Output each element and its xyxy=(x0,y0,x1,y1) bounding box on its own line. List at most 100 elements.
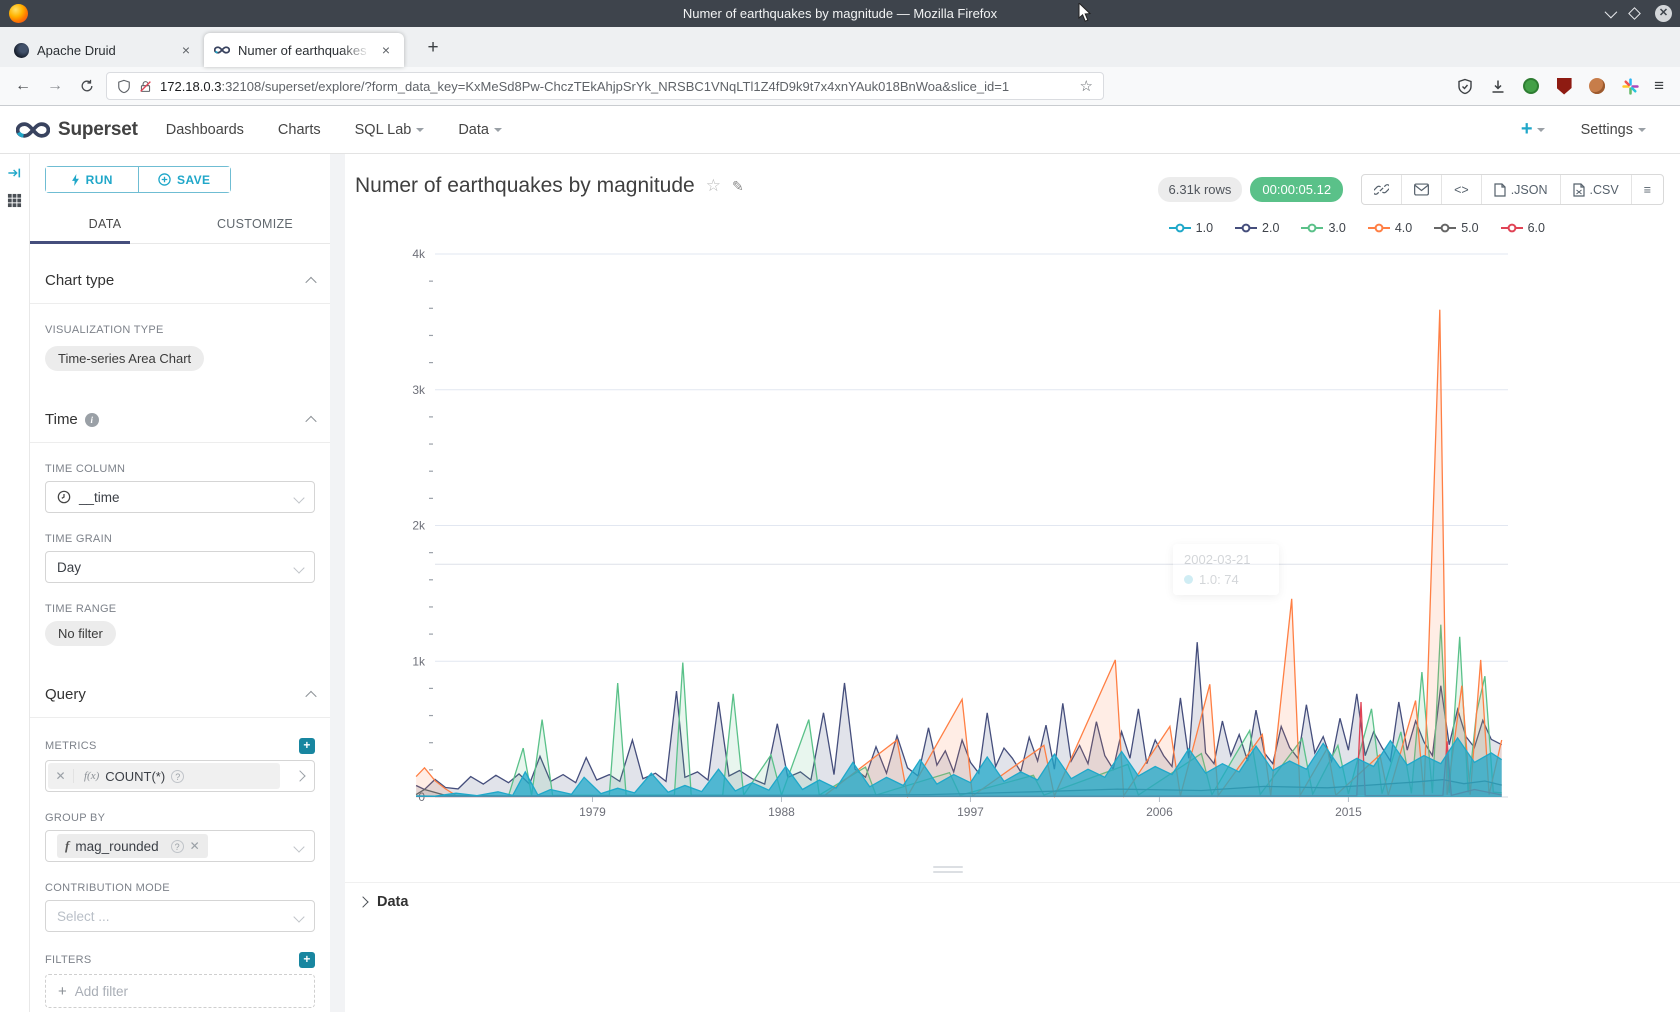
time-grain-select[interactable]: Day xyxy=(45,551,315,583)
y-tick-label: 3k xyxy=(412,383,426,397)
nav-data[interactable]: Data xyxy=(458,122,502,138)
time-range-value[interactable]: No filter xyxy=(45,621,116,646)
timeseries-area-chart[interactable]: 01k2k3k4k19791988199720062015 xyxy=(345,244,1680,844)
add-filter-box[interactable]: +Add filter xyxy=(45,974,315,1008)
run-button[interactable]: RUN xyxy=(46,167,138,192)
browser-menu-icon[interactable]: ≡ xyxy=(1654,76,1664,96)
remove-metric-icon[interactable]: ✕ xyxy=(48,769,74,783)
extension-icons: ≡ xyxy=(1456,76,1670,96)
browser-tab-apache-druid[interactable]: Apache Druid × xyxy=(4,33,204,67)
chevron-right-icon[interactable] xyxy=(294,770,305,781)
export-csv-button[interactable]: .CSV xyxy=(1560,175,1631,204)
link-icon xyxy=(1374,182,1389,197)
add-metric-button[interactable]: + xyxy=(299,738,315,754)
url-bar[interactable]: 172.18.0.3:32108/superset/explore/?form_… xyxy=(106,72,1104,100)
time-column-label: TIME COLUMN xyxy=(45,463,315,475)
legend-item-5.0[interactable]: 5.0 xyxy=(1434,221,1478,235)
envelope-icon xyxy=(1414,183,1429,196)
reload-button[interactable] xyxy=(74,73,100,99)
add-filter-button[interactable]: + xyxy=(299,952,315,968)
window-titlebar[interactable]: Numer of earthquakes by magnitude — Mozi… xyxy=(0,0,1680,27)
edit-title-icon[interactable]: ✎ xyxy=(732,178,744,195)
superset-logo[interactable]: Superset xyxy=(16,119,138,141)
tab-close-icon[interactable]: × xyxy=(378,42,394,58)
legend-item-6.0[interactable]: 6.0 xyxy=(1501,221,1545,235)
legend-marker-icon xyxy=(1368,223,1390,233)
tab-customize[interactable]: CUSTOMIZE xyxy=(180,209,330,243)
insecure-lock-icon[interactable] xyxy=(139,79,152,94)
contribution-mode-select[interactable]: Select ... xyxy=(45,900,315,932)
legend-item-2.0[interactable]: 2.0 xyxy=(1235,221,1279,235)
section-chart-type[interactable]: Chart type xyxy=(30,244,330,304)
help-icon: ? xyxy=(171,840,184,853)
resize-handle[interactable] xyxy=(933,866,963,876)
tracking-shield-icon[interactable] xyxy=(117,79,131,94)
chart-menu-button[interactable]: ≡ xyxy=(1631,175,1663,204)
chevron-up-icon xyxy=(305,415,316,426)
data-panel-header[interactable]: Data xyxy=(345,882,1680,910)
forward-button[interactable]: → xyxy=(42,73,68,99)
help-icon: ? xyxy=(171,770,184,783)
y-tick-label: 1k xyxy=(412,654,426,668)
run-save-group: RUN SAVE xyxy=(45,166,231,193)
url-host: 172.18.0.3 xyxy=(160,79,221,94)
export-json-button[interactable]: .JSON xyxy=(1481,175,1560,204)
nav-charts[interactable]: Charts xyxy=(278,122,321,138)
remove-group-by-icon[interactable]: ✕ xyxy=(190,839,200,853)
legend-item-1.0[interactable]: 1.0 xyxy=(1169,221,1213,235)
tab-data[interactable]: DATA xyxy=(30,209,180,243)
caret-down-icon xyxy=(1638,128,1646,132)
settings-menu[interactable]: Settings xyxy=(1581,122,1646,138)
window-title: Numer of earthquakes by magnitude — Mozi… xyxy=(0,6,1680,21)
new-item-button[interactable]: + xyxy=(1521,118,1545,141)
panel-gutter[interactable] xyxy=(330,154,345,1012)
ublock-shield-icon[interactable] xyxy=(1555,77,1573,95)
extension-green-icon[interactable] xyxy=(1522,77,1540,95)
druid-favicon xyxy=(14,43,29,58)
nav-sql-lab[interactable]: SQL Lab xyxy=(355,122,425,138)
screen: Numer of earthquakes by magnitude — Mozi… xyxy=(0,0,1680,1012)
back-button[interactable]: ← xyxy=(10,73,36,99)
cookie-extension-icon[interactable] xyxy=(1588,77,1606,95)
section-query[interactable]: Query xyxy=(30,646,330,718)
viz-type-value[interactable]: Time-series Area Chart xyxy=(45,346,204,371)
time-column-select[interactable]: __time xyxy=(45,481,315,513)
section-time[interactable]: Timei xyxy=(30,371,330,443)
chevron-up-icon xyxy=(305,690,316,701)
metric-control[interactable]: ✕ f(x) COUNT(*) ? xyxy=(45,760,315,792)
download-icon[interactable] xyxy=(1489,77,1507,95)
expand-dataset-panel-icon[interactable] xyxy=(7,166,22,180)
browser-toolbar: ← → 172.18.0.3:32108/superset/explore/?f… xyxy=(0,67,1680,106)
metrics-label: METRICS+ xyxy=(45,738,315,754)
chevron-down-icon xyxy=(293,492,304,503)
nav-dashboards[interactable]: Dashboards xyxy=(166,122,244,138)
time-range-label: TIME RANGE xyxy=(45,603,315,615)
new-tab-button[interactable]: + xyxy=(418,33,448,63)
embed-code-button[interactable]: <> xyxy=(1441,175,1481,204)
x-tick-label: 1997 xyxy=(957,805,984,819)
dataset-grid-icon[interactable] xyxy=(7,193,22,208)
tooltip-value: 1.0: 74 xyxy=(1199,572,1239,587)
x-tick-label: 2006 xyxy=(1146,805,1173,819)
email-button[interactable] xyxy=(1401,175,1441,204)
copy-link-button[interactable] xyxy=(1362,175,1401,204)
reload-icon xyxy=(80,79,94,93)
pocket-shield-icon[interactable] xyxy=(1456,77,1474,95)
save-button[interactable]: SAVE xyxy=(138,167,231,192)
bookmark-star-icon[interactable]: ☆ xyxy=(1080,77,1093,95)
active-tab-underline xyxy=(30,241,130,244)
window-maximize-icon[interactable] xyxy=(1628,7,1641,20)
window-close-icon[interactable]: ✕ xyxy=(1655,5,1672,22)
window-minimize-icon[interactable] xyxy=(1605,6,1618,19)
url-text: 172.18.0.3:32108/superset/explore/?form_… xyxy=(160,79,1072,94)
favorite-star-icon[interactable]: ☆ xyxy=(706,176,721,196)
legend-marker-icon xyxy=(1501,223,1523,233)
legend-item-4.0[interactable]: 4.0 xyxy=(1368,221,1412,235)
tab-close-icon[interactable]: × xyxy=(178,42,194,58)
browser-tab-superset-chart[interactable]: Numer of earthquakes by magnitude × xyxy=(204,33,404,67)
group-by-pill: f mag_rounded ? ✕ xyxy=(57,834,208,858)
group-by-select[interactable]: f mag_rounded ? ✕ xyxy=(45,830,315,862)
chart-panel: Numer of earthquakes by magnitude ☆ ✎ 6.… xyxy=(345,154,1680,1012)
legend-item-3.0[interactable]: 3.0 xyxy=(1301,221,1345,235)
pinwheel-extension-icon[interactable] xyxy=(1621,77,1639,95)
